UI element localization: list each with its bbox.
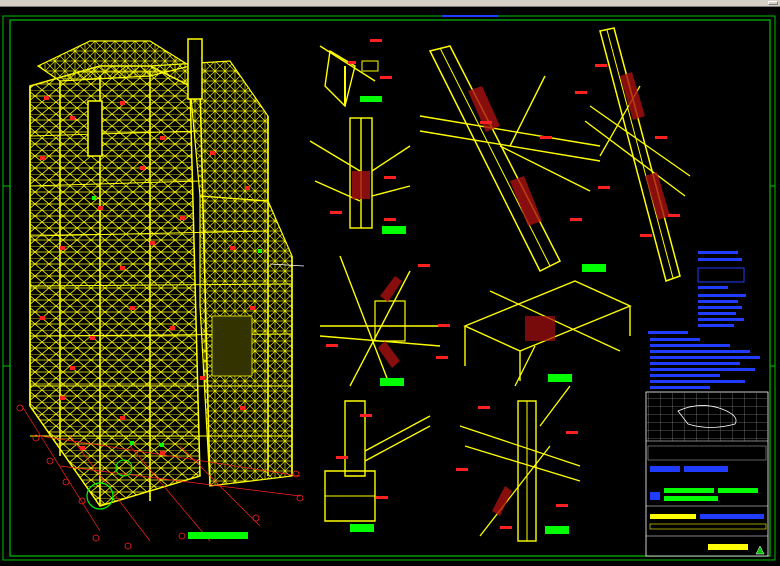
- main-view-label: [188, 532, 248, 539]
- main-tower-view[interactable]: [16, 38, 305, 550]
- cad-window: [0, 0, 780, 566]
- detail-view-7[interactable]: [324, 400, 431, 532]
- detail-view-8[interactable]: [456, 385, 581, 542]
- general-notes[interactable]: [648, 251, 760, 389]
- title-block[interactable]: [645, 391, 769, 557]
- detail-view-3[interactable]: [419, 45, 610, 273]
- resize-grip-icon[interactable]: [768, 1, 778, 5]
- drawing-canvas[interactable]: [0, 6, 780, 566]
- detail-view-2[interactable]: [309, 117, 411, 234]
- detail-view-5[interactable]: [319, 255, 450, 387]
- detail-view-6[interactable]: [463, 280, 632, 387]
- detail-view-1[interactable]: [319, 39, 392, 108]
- detail-view-4[interactable]: [584, 27, 691, 282]
